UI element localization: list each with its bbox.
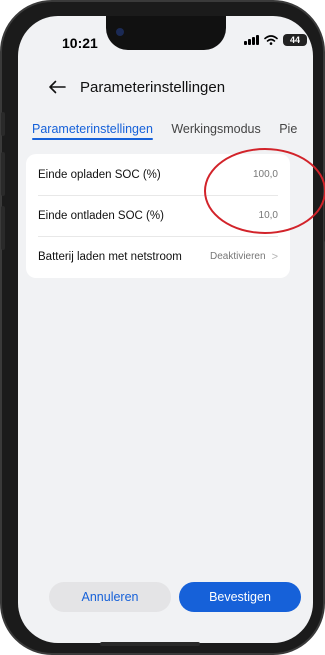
battery-icon: 44 <box>283 34 307 46</box>
home-indicator <box>100 642 200 646</box>
camera-dot <box>116 28 124 36</box>
chevron-right-icon: > <box>271 250 278 263</box>
phone-volume-down-button <box>1 206 5 250</box>
phone-side-button <box>1 112 5 136</box>
confirm-button[interactable]: Bevestigen <box>179 582 301 612</box>
annotation-circle <box>204 148 325 234</box>
phone-screen: 10:21 44 Parameterinstellingen <box>18 16 313 643</box>
setting-label: Einde ontladen SOC (%) <box>38 209 164 222</box>
tab-parameterinstellingen[interactable]: Parameterinstellingen <box>32 122 153 140</box>
tab-piek[interactable]: Piek <box>279 122 297 140</box>
arrow-left-icon <box>49 80 66 94</box>
phone-volume-up-button <box>1 152 5 196</box>
cancel-button[interactable]: Annuleren <box>49 582 171 612</box>
page-title: Parameterinstellingen <box>80 78 226 96</box>
setting-value: Deaktivieren > <box>209 250 278 263</box>
phone-frame: 10:21 44 Parameterinstellingen Parameter… <box>0 0 325 655</box>
status-time: 10:21 <box>62 35 98 51</box>
header: Parameterinstellingen <box>46 76 225 98</box>
wifi-icon <box>264 35 278 45</box>
setting-label: Einde opladen SOC (%) <box>38 168 161 181</box>
setting-row-grid-charging[interactable]: Batterij laden met netstroom Deaktiviere… <box>26 236 290 277</box>
status-icons: 44 <box>244 34 307 46</box>
setting-label: Batterij laden met netstroom <box>38 250 182 263</box>
notch <box>106 16 226 50</box>
tab-werkingsmodus[interactable]: Werkingsmodus <box>171 122 260 140</box>
tab-bar: Parameterinstellingen Werkingsmodus Piek <box>32 120 297 142</box>
back-button[interactable] <box>46 76 68 98</box>
signal-icon <box>244 35 259 45</box>
